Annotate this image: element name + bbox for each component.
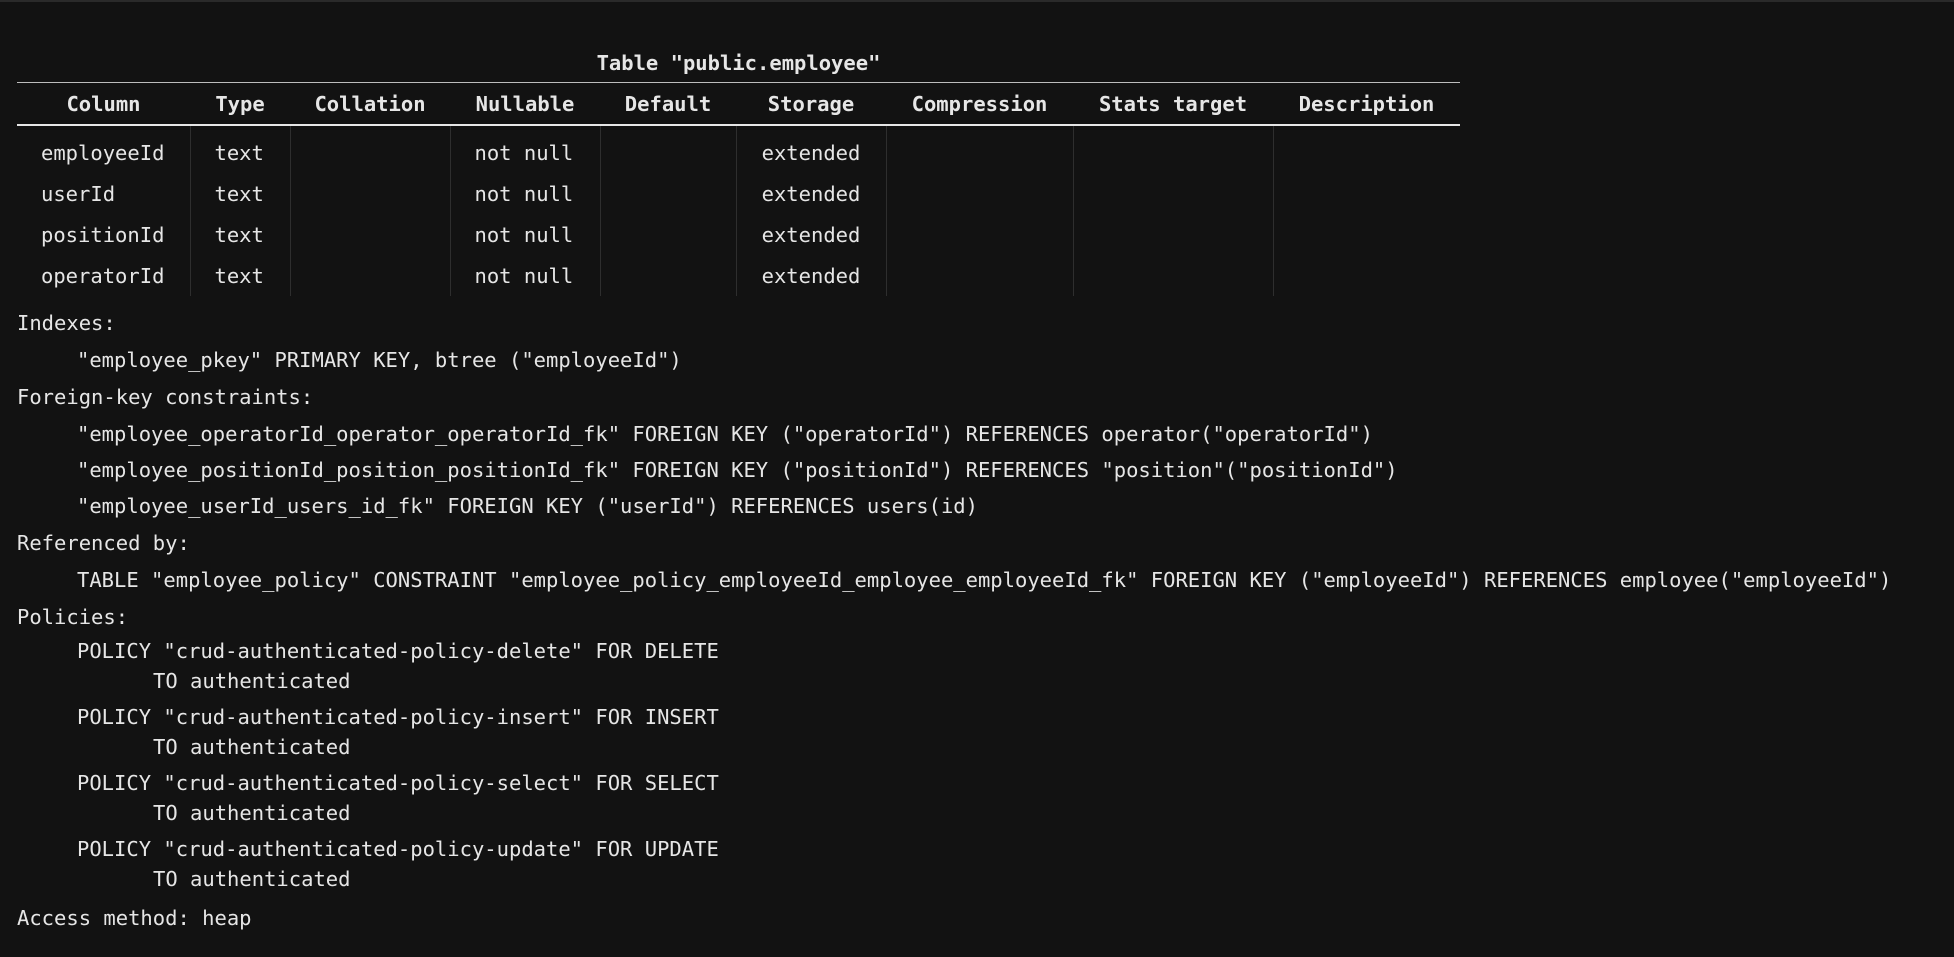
header-column: Column	[17, 82, 190, 126]
cell-column: userId	[17, 173, 191, 214]
indexes-title: Indexes:	[17, 311, 116, 335]
indexes-section: Indexes: "employee_pkey" PRIMARY KEY, bt…	[17, 304, 1947, 378]
foreign-key-entry: "employee_userId_users_id_fk" FOREIGN KE…	[77, 494, 978, 518]
header-stats-target: Stats target	[1073, 82, 1273, 126]
cell-compression	[886, 214, 1074, 255]
cell-compression	[886, 255, 1074, 296]
policies-section: Policies: POLICY "crud-authenticated-pol…	[17, 598, 1947, 894]
policy-entry: POLICY "crud-authenticated-policy-insert…	[17, 702, 1947, 762]
cell-description	[1273, 214, 1460, 255]
cell-storage: extended	[736, 125, 887, 173]
cell-description	[1273, 255, 1460, 296]
header-storage: Storage	[736, 82, 886, 126]
cell-compression	[886, 173, 1074, 214]
cell-collation	[290, 255, 451, 296]
foreign-key-entry: "employee_positionId_position_positionId…	[77, 458, 1398, 482]
policy-entry: POLICY "crud-authenticated-policy-delete…	[17, 636, 1947, 696]
cell-collation	[290, 173, 451, 214]
top-border	[0, 0, 1954, 2]
policy-definition: POLICY "crud-authenticated-policy-insert…	[77, 705, 719, 729]
policy-role: TO authenticated	[153, 801, 351, 825]
table-row: userId text not null extended	[17, 173, 1460, 214]
cell-type: text	[190, 255, 291, 296]
cell-stats-target	[1073, 173, 1274, 214]
cell-stats-target	[1073, 125, 1274, 173]
table-row: employeeId text not null extended	[17, 125, 1460, 173]
table-row: positionId text not null extended	[17, 214, 1460, 255]
cell-nullable: not null	[450, 125, 601, 173]
cell-column: employeeId	[17, 125, 191, 173]
cell-default	[600, 214, 737, 255]
cell-type: text	[190, 214, 291, 255]
index-entry: "employee_pkey" PRIMARY KEY, btree ("emp…	[77, 348, 682, 372]
cell-collation	[290, 214, 451, 255]
foreign-keys-section: Foreign-key constraints: "employee_opera…	[17, 378, 1947, 524]
cell-storage: extended	[736, 255, 887, 296]
table-header-row: Column Type Collation Nullable Default S…	[17, 82, 1460, 126]
cell-nullable: not null	[450, 214, 601, 255]
cell-column: operatorId	[17, 255, 191, 296]
cell-default	[600, 125, 737, 173]
cell-nullable: not null	[450, 255, 601, 296]
header-nullable: Nullable	[450, 82, 600, 126]
cell-storage: extended	[736, 214, 887, 255]
cell-type: text	[190, 125, 291, 173]
policy-entry: POLICY "crud-authenticated-policy-update…	[17, 834, 1947, 894]
referenced-by-title: Referenced by:	[17, 531, 190, 555]
cell-compression	[886, 125, 1074, 173]
referenced-by-section: Referenced by: TABLE "employee_policy" C…	[17, 524, 1947, 598]
columns-table: Column Type Collation Nullable Default S…	[17, 82, 1460, 296]
foreign-key-entry: "employee_operatorId_operator_operatorId…	[77, 422, 1373, 446]
policy-role: TO authenticated	[153, 669, 351, 693]
policy-definition: POLICY "crud-authenticated-policy-delete…	[77, 639, 719, 663]
access-method: Access method: heap	[17, 906, 252, 930]
cell-default	[600, 255, 737, 296]
policies-title: Policies:	[17, 605, 129, 629]
cell-collation	[290, 125, 451, 173]
table-caption: Table "public.employee"	[596, 51, 881, 75]
cell-description	[1273, 125, 1460, 173]
policy-entry: POLICY "crud-authenticated-policy-select…	[17, 768, 1947, 828]
policy-definition: POLICY "crud-authenticated-policy-update…	[77, 837, 719, 861]
cell-storage: extended	[736, 173, 887, 214]
header-compression: Compression	[886, 82, 1073, 126]
psql-output: Table "public.employee" Column Type Coll…	[17, 46, 1947, 936]
header-description: Description	[1273, 82, 1460, 126]
header-collation: Collation	[290, 82, 450, 126]
cell-column: positionId	[17, 214, 191, 255]
cell-description	[1273, 173, 1460, 214]
header-type: Type	[190, 82, 290, 126]
referenced-by-entry: TABLE "employee_policy" CONSTRAINT "empl…	[77, 568, 1892, 592]
policy-role: TO authenticated	[153, 735, 351, 759]
policy-definition: POLICY "crud-authenticated-policy-select…	[77, 771, 719, 795]
table-row: operatorId text not null extended	[17, 255, 1460, 296]
cell-stats-target	[1073, 214, 1274, 255]
cell-nullable: not null	[450, 173, 601, 214]
cell-type: text	[190, 173, 291, 214]
header-default: Default	[600, 82, 736, 126]
cell-stats-target	[1073, 255, 1274, 296]
policy-role: TO authenticated	[153, 867, 351, 891]
cell-default	[600, 173, 737, 214]
foreign-keys-title: Foreign-key constraints:	[17, 385, 314, 409]
